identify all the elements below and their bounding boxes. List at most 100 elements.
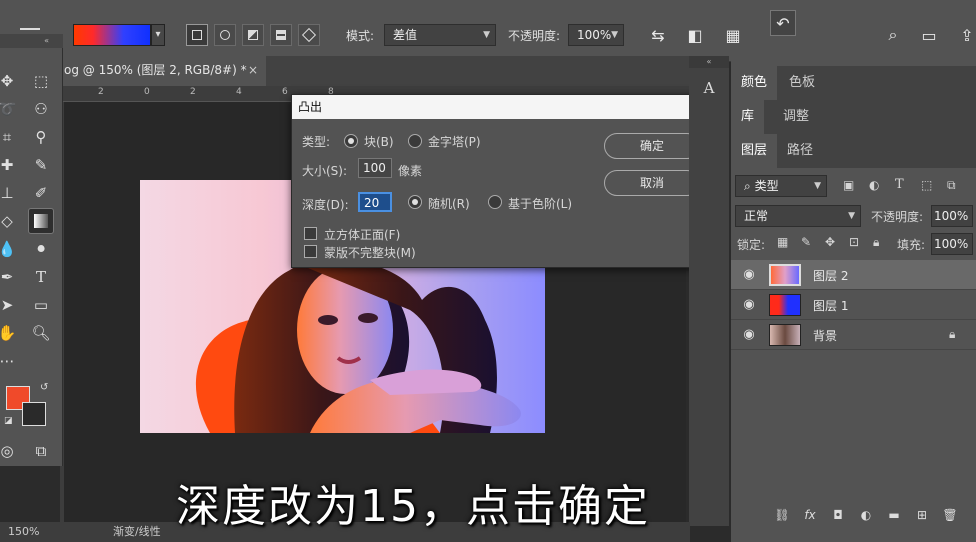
adjustment-layer-icon[interactable]: ◐: [855, 504, 877, 526]
screen-mode-icon[interactable]: ⧉: [28, 438, 54, 464]
tab-color[interactable]: 颜色: [731, 66, 778, 100]
blend-mode-select[interactable]: 正常 ▼: [735, 205, 861, 227]
swap-colors-icon[interactable]: ↺: [40, 382, 48, 393]
mask-incomplete-label[interactable]: 蒙版不完整块(M): [324, 244, 416, 261]
eyedropper-tool-icon[interactable]: ⚲: [28, 124, 54, 150]
tab-paths[interactable]: 路径: [777, 134, 823, 168]
depth-level-radio[interactable]: [488, 195, 502, 209]
tab-adjustments[interactable]: 调整: [773, 100, 819, 134]
eye-icon[interactable]: ◉: [741, 327, 757, 343]
document-tab[interactable]: og @ 150% (图层 2, RGB/8#) * ×: [60, 56, 266, 86]
move-tool-icon[interactable]: ✥: [0, 68, 20, 94]
hand-tool-icon[interactable]: ✋: [0, 320, 20, 346]
transparency-icon[interactable]: ▦: [720, 22, 746, 48]
new-layer-icon[interactable]: ⊞: [911, 504, 933, 526]
healing-tool-icon[interactable]: ✚: [0, 152, 20, 178]
fx-icon[interactable]: fx: [799, 504, 821, 526]
fill-field[interactable]: 100%: [931, 233, 973, 255]
type-block-label[interactable]: 块(B): [364, 133, 394, 150]
depth-input[interactable]: 20: [358, 192, 392, 212]
add-mask-icon[interactable]: ◘: [827, 504, 849, 526]
layer-row[interactable]: ◉ 图层 1: [731, 290, 976, 320]
lock-artboard-icon[interactable]: ⊡: [849, 235, 859, 249]
type-tool-icon[interactable]: T: [28, 264, 54, 290]
reverse-icon[interactable]: ⇆: [645, 22, 671, 48]
depth-random-label[interactable]: 随机(R): [428, 195, 470, 212]
radial-gradient-button[interactable]: [214, 24, 236, 46]
angle-gradient-button[interactable]: [242, 24, 264, 46]
trash-icon[interactable]: 🗑︎: [939, 504, 961, 526]
filter-type-icon[interactable]: T: [895, 177, 904, 192]
close-icon[interactable]: ×: [248, 56, 258, 84]
reflected-gradient-button[interactable]: [270, 24, 292, 46]
group-folder-icon[interactable]: ▬: [883, 504, 905, 526]
depth-level-label[interactable]: 基于色阶(L): [508, 195, 572, 212]
gradient-tool-icon[interactable]: [28, 208, 54, 234]
filter-pixel-icon[interactable]: ▣: [843, 178, 854, 192]
stamp-tool-icon[interactable]: ⊥: [0, 180, 20, 206]
layer-name[interactable]: 背景: [813, 327, 837, 344]
linear-gradient-button[interactable]: [186, 24, 208, 46]
depth-random-radio[interactable]: [408, 195, 422, 209]
brush-tool-icon[interactable]: ✎: [28, 152, 54, 178]
path-select-tool-icon[interactable]: ➤: [0, 292, 20, 318]
ok-button[interactable]: 确定: [604, 133, 700, 159]
lasso-tool-icon[interactable]: ➰: [0, 96, 20, 122]
filter-adjustment-icon[interactable]: ◐: [869, 178, 879, 192]
history-brush-tool-icon[interactable]: ✐: [28, 180, 54, 206]
link-layers-icon[interactable]: ⛓: [771, 504, 793, 526]
collapse-icon[interactable]: «: [0, 34, 63, 48]
layer-name[interactable]: 图层 1: [813, 297, 848, 314]
zoom-level[interactable]: 150%: [8, 525, 39, 538]
type-pyramid-label[interactable]: 金字塔(P): [428, 133, 481, 150]
gradient-swatch[interactable]: [73, 24, 151, 46]
default-colors-icon[interactable]: ◪: [4, 416, 13, 426]
size-input[interactable]: 100: [358, 158, 392, 178]
layer-row[interactable]: ◉ 背景 🔒︎: [731, 320, 976, 350]
collapse-icon[interactable]: «: [689, 56, 729, 68]
tab-swatches[interactable]: 色板: [779, 66, 825, 100]
diamond-gradient-button[interactable]: [298, 24, 320, 46]
gradient-dropdown-icon[interactable]: ▾: [151, 24, 165, 46]
eye-icon[interactable]: ◉: [741, 267, 757, 283]
opacity-field[interactable]: 100% ▼: [568, 24, 624, 46]
solid-front-label[interactable]: 立方体正面(F): [324, 226, 400, 243]
more-tools-icon[interactable]: ⋯: [0, 348, 20, 374]
text-panel-icon[interactable]: A: [697, 76, 721, 100]
layer-row[interactable]: ◉ 图层 2: [731, 260, 976, 290]
mode-select[interactable]: 差值 ▼: [384, 24, 496, 46]
filter-shape-icon[interactable]: ⬚: [921, 178, 932, 192]
tab-libraries[interactable]: 库: [731, 100, 765, 134]
layer-name[interactable]: 图层 2: [813, 267, 848, 284]
lock-paint-icon[interactable]: ✎: [801, 235, 811, 249]
type-block-radio[interactable]: [344, 134, 358, 148]
tab-layers[interactable]: 图层: [731, 134, 778, 168]
crop-tool-icon[interactable]: ⌗: [0, 124, 20, 150]
workspace-icon[interactable]: ▭: [916, 22, 942, 48]
share-icon[interactable]: ⇪: [954, 22, 976, 48]
lock-transparent-icon[interactable]: ▦: [777, 235, 788, 249]
pen-tool-icon[interactable]: ✒: [0, 264, 20, 290]
eye-icon[interactable]: ◉: [741, 297, 757, 313]
cancel-button[interactable]: 取消: [604, 170, 700, 196]
marquee-tool-icon[interactable]: ⬚: [28, 68, 54, 94]
shape-tool-icon[interactable]: ▭: [28, 292, 54, 318]
background-color-swatch[interactable]: [22, 402, 46, 426]
rotate-view-icon[interactable]: ↶: [770, 10, 796, 36]
dither-icon[interactable]: ◧: [682, 22, 708, 48]
quick-select-tool-icon[interactable]: ⚇: [28, 96, 54, 122]
layer-filter-select[interactable]: ⌕ 类型 ▼: [735, 175, 827, 197]
filter-smart-icon[interactable]: ⧉: [947, 178, 956, 193]
dodge-tool-icon[interactable]: ⚫: [28, 236, 54, 262]
lock-all-icon[interactable]: 🔒︎: [873, 235, 879, 250]
layer-opacity-field[interactable]: 100%: [931, 205, 973, 227]
mask-incomplete-checkbox[interactable]: [304, 245, 317, 258]
search-icon[interactable]: ⌕: [880, 22, 906, 48]
type-pyramid-radio[interactable]: [408, 134, 422, 148]
zoom-tool-icon[interactable]: 🔍︎: [28, 320, 54, 346]
blur-tool-icon[interactable]: 💧: [0, 236, 20, 262]
eraser-tool-icon[interactable]: ◇: [0, 208, 20, 234]
lock-move-icon[interactable]: ✥: [825, 235, 835, 249]
solid-front-checkbox[interactable]: [304, 227, 317, 240]
quick-mask-icon[interactable]: ◎: [0, 438, 20, 464]
